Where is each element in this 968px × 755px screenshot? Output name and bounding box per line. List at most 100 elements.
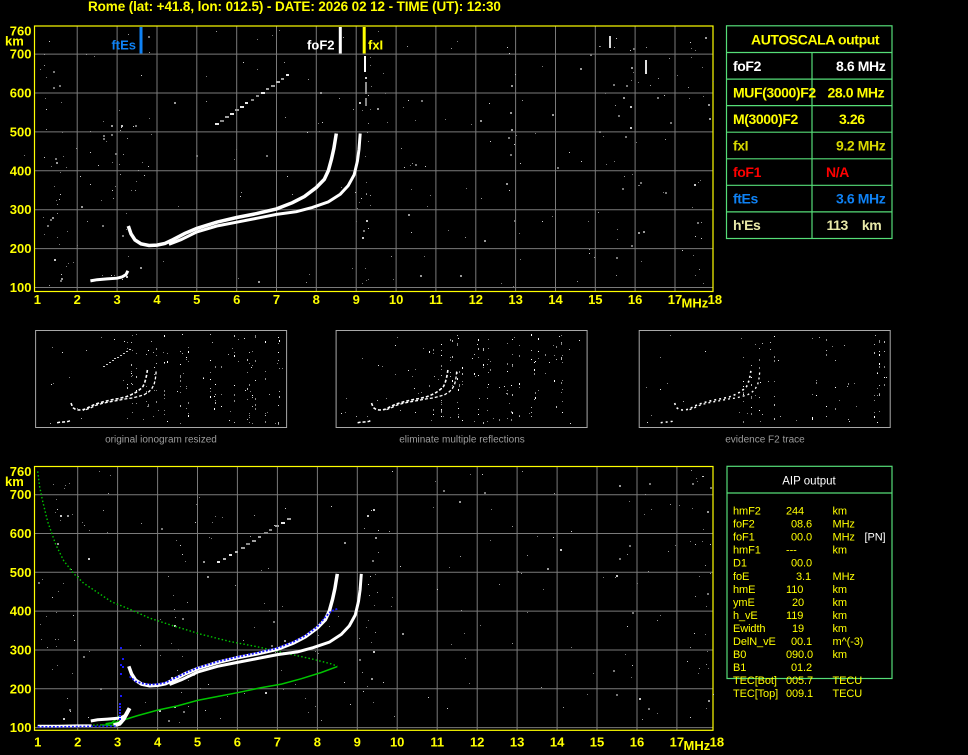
svg-text:1: 1 — [34, 735, 41, 750]
svg-text:20: 20 — [792, 597, 804, 609]
svg-text:MHz: MHz — [682, 296, 709, 311]
svg-text:15: 15 — [590, 735, 604, 750]
svg-text:[PN]: [PN] — [865, 532, 886, 544]
svg-text:6: 6 — [233, 292, 240, 307]
svg-text:ftEs: ftEs — [111, 38, 136, 53]
svg-text:7: 7 — [274, 735, 281, 750]
svg-text:28.0 MHz: 28.0 MHz — [828, 84, 885, 100]
svg-text:3.1: 3.1 — [796, 571, 811, 583]
svg-text:5: 5 — [193, 292, 200, 307]
svg-text:15: 15 — [588, 292, 602, 307]
svg-text:700: 700 — [10, 487, 32, 502]
svg-text:3.26: 3.26 — [839, 111, 865, 127]
svg-text:500: 500 — [10, 565, 32, 580]
svg-text:8: 8 — [314, 735, 321, 750]
svg-text:16: 16 — [628, 292, 642, 307]
svg-text:00.0: 00.0 — [791, 532, 812, 544]
svg-text:14: 14 — [548, 292, 563, 307]
svg-text:h_vE: h_vE — [733, 610, 758, 622]
svg-text:foF2: foF2 — [307, 38, 334, 53]
svg-text:500: 500 — [10, 124, 32, 139]
svg-text:fxI: fxI — [368, 38, 383, 53]
svg-text:10: 10 — [390, 735, 404, 750]
svg-text:MHz: MHz — [833, 532, 855, 544]
svg-text:100: 100 — [10, 720, 32, 735]
svg-text:18: 18 — [710, 735, 724, 750]
svg-text:TEC[Top]: TEC[Top] — [733, 688, 778, 700]
svg-text:original ionogram resized: original ionogram resized — [105, 435, 217, 446]
svg-text:16: 16 — [630, 735, 644, 750]
svg-text:8: 8 — [313, 292, 320, 307]
svg-text:km: km — [833, 649, 847, 661]
svg-text:MHz: MHz — [684, 738, 711, 753]
svg-text:12: 12 — [470, 735, 484, 750]
svg-text:eliminate multiple reflections: eliminate multiple reflections — [399, 435, 525, 446]
svg-text:3.6 MHz: 3.6 MHz — [836, 191, 886, 207]
svg-text:AIP output: AIP output — [782, 476, 836, 488]
svg-text:600: 600 — [10, 526, 32, 541]
svg-text:9: 9 — [354, 735, 361, 750]
svg-text:MHz: MHz — [833, 519, 855, 531]
svg-text:08.6: 08.6 — [791, 519, 812, 531]
svg-text:MUF(3000)F2: MUF(3000)F2 — [733, 84, 816, 100]
svg-text:090.0: 090.0 — [786, 649, 813, 661]
svg-text:hmF2: hmF2 — [733, 506, 761, 518]
svg-text:foF2: foF2 — [733, 519, 755, 531]
svg-text:009.1: 009.1 — [786, 688, 813, 700]
svg-text:9.2 MHz: 9.2 MHz — [836, 138, 886, 154]
svg-text:h'Es: h'Es — [733, 217, 761, 233]
svg-text:4: 4 — [153, 292, 161, 307]
svg-text:3: 3 — [114, 735, 121, 750]
svg-text:fxI: fxI — [733, 138, 748, 154]
svg-text:8.6 MHz: 8.6 MHz — [836, 58, 886, 74]
svg-text:5: 5 — [194, 735, 201, 750]
svg-text:110: 110 — [786, 584, 803, 596]
svg-text:km: km — [5, 474, 24, 489]
svg-text:01.2: 01.2 — [791, 662, 812, 674]
svg-text:Ewidth: Ewidth — [733, 623, 765, 635]
svg-text:00.1: 00.1 — [791, 636, 812, 648]
svg-text:400: 400 — [10, 604, 32, 619]
svg-text:7: 7 — [273, 292, 280, 307]
svg-text:700: 700 — [10, 47, 32, 62]
svg-text:m^(-3): m^(-3) — [833, 636, 864, 648]
svg-text:---: --- — [786, 545, 797, 557]
svg-text:foF1: foF1 — [733, 532, 755, 544]
svg-text:2: 2 — [74, 292, 81, 307]
svg-text:foE: foE — [733, 571, 749, 583]
svg-text:300: 300 — [10, 643, 32, 658]
svg-text:TEC[Bot]: TEC[Bot] — [733, 675, 777, 687]
svg-text:100: 100 — [10, 280, 32, 295]
svg-text:6: 6 — [234, 735, 241, 750]
svg-text:4: 4 — [154, 735, 162, 750]
svg-text:MHz: MHz — [833, 571, 855, 583]
svg-text:foF2: foF2 — [733, 58, 762, 74]
svg-text:200: 200 — [10, 681, 32, 696]
svg-text:200: 200 — [10, 241, 32, 256]
svg-text:18: 18 — [708, 292, 722, 307]
svg-text:19: 19 — [792, 623, 804, 635]
svg-text:hmF1: hmF1 — [733, 545, 761, 557]
svg-text:ymE: ymE — [733, 597, 755, 609]
svg-text:1: 1 — [34, 292, 41, 307]
svg-text:TECU: TECU — [833, 688, 863, 700]
svg-text:B0: B0 — [733, 649, 746, 661]
svg-text:12: 12 — [469, 292, 483, 307]
svg-text:km: km — [833, 610, 847, 622]
svg-text:11: 11 — [429, 292, 443, 307]
svg-text:km: km — [833, 623, 847, 635]
svg-text:ftEs: ftEs — [733, 191, 758, 207]
svg-text:9: 9 — [353, 292, 360, 307]
svg-text:113 km: 113 km — [827, 217, 882, 233]
svg-text:DelN_vE: DelN_vE — [733, 636, 776, 648]
svg-text:AUTOSCALA output: AUTOSCALA output — [751, 32, 880, 48]
svg-text:km: km — [833, 597, 847, 609]
svg-text:2: 2 — [74, 735, 81, 750]
svg-text:M(3000)F2: M(3000)F2 — [733, 111, 798, 127]
svg-text:00.0: 00.0 — [791, 558, 812, 570]
svg-text:11: 11 — [430, 735, 444, 750]
svg-text:foF1: foF1 — [733, 164, 762, 180]
svg-text:3: 3 — [113, 292, 120, 307]
svg-text:005.7: 005.7 — [786, 675, 813, 687]
svg-text:km: km — [833, 506, 847, 518]
